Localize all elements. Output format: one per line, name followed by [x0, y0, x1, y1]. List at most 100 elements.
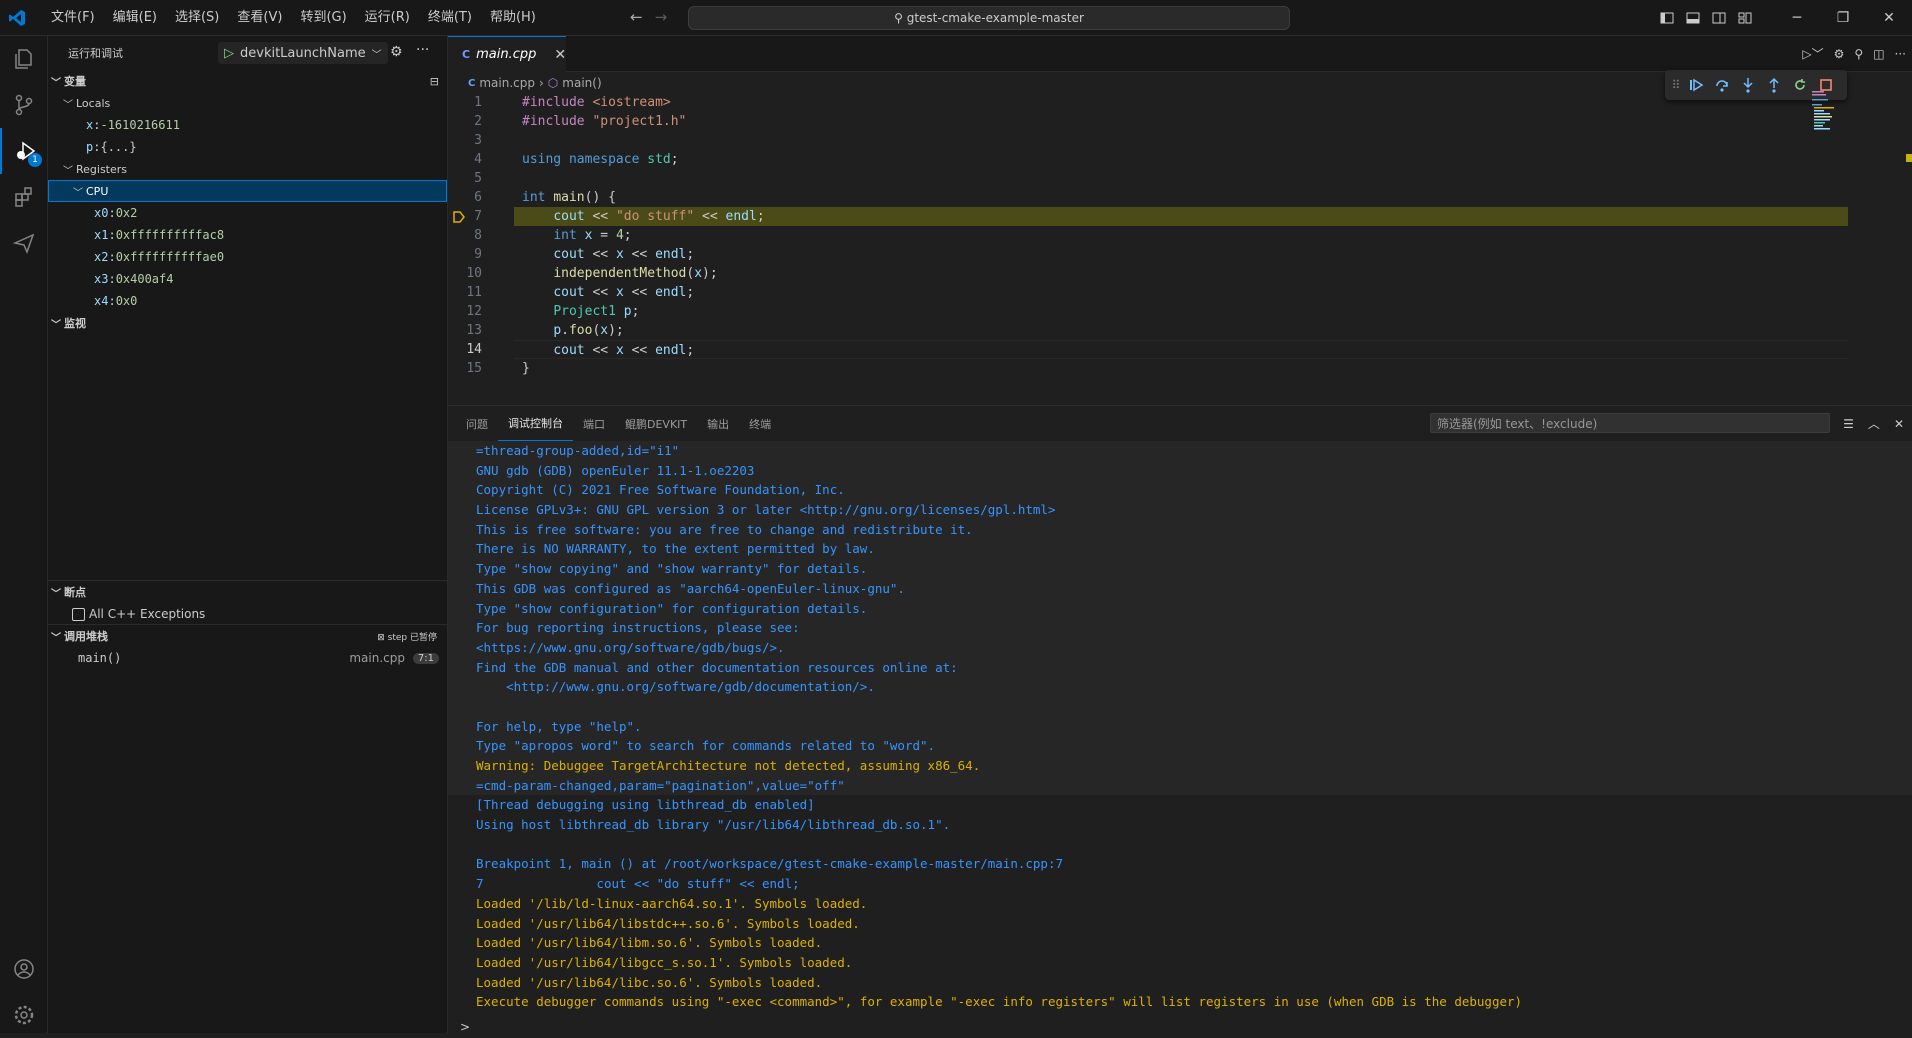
tab-devkit[interactable]: 鲲鹏DEVKIT — [615, 406, 697, 441]
callstack-section-header[interactable]: ﹀ 调用堆栈 ⊠ step 已暂停 — [48, 625, 447, 647]
drag-handle-icon[interactable]: ⠿ — [1671, 74, 1681, 96]
menu-help[interactable]: 帮助(H) — [481, 9, 545, 27]
step-into-icon[interactable] — [1737, 74, 1759, 96]
menu-selection[interactable]: 选择(S) — [166, 9, 228, 27]
devkit-send-icon[interactable] — [0, 220, 47, 266]
toggle-primary-sidebar-icon[interactable] — [1654, 0, 1680, 35]
watch-section-header[interactable]: ﹀ 监视 — [48, 312, 447, 334]
collapse-all-icon[interactable]: ⊟ — [430, 75, 439, 88]
close-tab-icon[interactable]: ✕ — [554, 47, 566, 63]
variable-row[interactable]: p: {...} — [48, 136, 447, 158]
explorer-icon[interactable] — [0, 36, 47, 82]
account-icon[interactable] — [0, 946, 47, 992]
breakpoint-gutter[interactable] — [453, 207, 514, 226]
breakpoint-item[interactable]: All C++ Exceptions — [48, 603, 447, 625]
menu-file[interactable]: 文件(F) — [42, 9, 104, 27]
tab-problems[interactable]: 问题 — [456, 406, 498, 441]
register-row[interactable]: x0: 0x2 — [48, 202, 447, 224]
registers-scope[interactable]: ﹀ Registers — [48, 158, 447, 180]
forward-arrow-icon[interactable]: → — [655, 8, 668, 26]
menu-terminal[interactable]: 终端(T) — [419, 9, 481, 27]
restart-icon[interactable] — [1789, 74, 1811, 96]
breakpoints-section-header[interactable]: ﹀ 断点 — [48, 581, 447, 603]
source-control-icon[interactable] — [0, 82, 47, 128]
breakpoint-gutter[interactable] — [490, 359, 514, 378]
gear-icon[interactable]: ⚙ — [1834, 47, 1845, 61]
toggle-panel-icon[interactable] — [1680, 0, 1706, 35]
minimap[interactable] — [1812, 91, 1852, 131]
breakpoint-gutter[interactable] — [490, 131, 514, 150]
code-line[interactable]: 6 int main() { — [448, 188, 1848, 207]
code-line[interactable]: 11 cout << x << endl; — [448, 283, 1848, 302]
manage-gear-icon[interactable] — [0, 992, 47, 1038]
register-row[interactable]: x2: 0xffffffffffae0 — [48, 246, 447, 268]
code-line[interactable]: 15} — [448, 359, 1848, 378]
breakpoint-gutter[interactable] — [490, 226, 514, 245]
breakpoint-checkbox[interactable] — [72, 607, 85, 621]
menu-run[interactable]: 运行(R) — [356, 9, 419, 27]
breakpoint-gutter[interactable] — [490, 169, 514, 188]
extensions-icon[interactable] — [0, 174, 47, 220]
minimize-icon[interactable]: ─ — [1774, 0, 1820, 35]
search-icon[interactable]: ⚲ — [1854, 47, 1863, 61]
breakpoint-gutter[interactable] — [490, 188, 514, 207]
tab-debug-console[interactable]: 调试控制台 — [498, 406, 573, 441]
register-row[interactable]: x1: 0xffffffffffac8 — [48, 224, 447, 246]
register-row[interactable]: x4: 0x0 — [48, 290, 447, 312]
more-actions-icon[interactable]: ··· — [1895, 47, 1906, 61]
step-over-icon[interactable] — [1711, 74, 1733, 96]
menu-go[interactable]: 转到(G) — [291, 9, 355, 27]
breakpoint-gutter[interactable] — [490, 264, 514, 283]
continue-icon[interactable] — [1685, 74, 1707, 96]
tab-output[interactable]: 输出 — [697, 406, 739, 441]
code-line[interactable]: 1 #include <iostream> — [448, 93, 1848, 112]
close-window-icon[interactable]: ✕ — [1866, 0, 1912, 35]
code-line[interactable]: 3 — [448, 131, 1848, 150]
tab-main-cpp[interactable]: C main.cpp ✕ — [448, 36, 566, 72]
customize-layout-icon[interactable] — [1732, 0, 1758, 35]
command-center[interactable]: ⚲ gtest-cmake-example-master — [688, 6, 1290, 30]
start-debugging-icon[interactable]: ▷ — [224, 46, 234, 61]
maximize-panel-icon[interactable]: ︿ — [1868, 415, 1880, 432]
code-line[interactable]: 13 p.foo(x); — [448, 321, 1848, 340]
debug-console-output[interactable]: =thread-group-added,id="i1" GNU gdb (GDB)… — [448, 441, 1912, 1012]
tab-ports[interactable]: 端口 — [573, 406, 615, 441]
breadcrumb-symbol[interactable]: main() — [562, 76, 601, 90]
run-debug-icon[interactable]: 1 — [0, 128, 49, 174]
code-line[interactable]: 9 cout << x << endl; — [448, 245, 1848, 264]
restore-icon[interactable]: ❐ — [1820, 0, 1866, 35]
open-launch-json-gear-icon[interactable]: ⚙ — [390, 44, 403, 60]
code-line[interactable]: 8 int x = 4; — [448, 226, 1848, 245]
split-editor-icon[interactable]: ◫ — [1873, 47, 1884, 61]
code-line[interactable]: 2 #include "project1.h" — [448, 112, 1848, 131]
breakpoint-gutter[interactable] — [490, 150, 514, 169]
variables-section-header[interactable]: ﹀ 变量 ⊟ — [48, 70, 447, 92]
back-arrow-icon[interactable]: ← — [630, 8, 643, 26]
locals-scope[interactable]: ﹀ Locals — [48, 92, 447, 114]
code-line[interactable]: 12 Project1 p; — [448, 302, 1848, 321]
breakpoint-gutter[interactable] — [490, 245, 514, 264]
code-editor[interactable]: 1 #include <iostream> 2 #include "project1.… — [448, 93, 1848, 378]
run-debug-dropdown-icon[interactable]: ▷﹀ — [1802, 45, 1823, 62]
breakpoint-gutter[interactable] — [490, 93, 514, 112]
cpu-group[interactable]: ﹀ CPU — [48, 180, 447, 202]
code-line[interactable]: 7 cout << "do stuff" << endl; — [448, 207, 1848, 226]
breakpoint-gutter[interactable] — [490, 112, 514, 131]
breadcrumb-file[interactable]: main.cpp — [479, 76, 535, 90]
more-actions-icon[interactable]: ··· — [416, 42, 429, 58]
console-input-prompt[interactable]: > — [460, 1020, 470, 1034]
menu-view[interactable]: 查看(V) — [228, 9, 291, 27]
toggle-secondary-sidebar-icon[interactable] — [1706, 0, 1732, 35]
code-line[interactable]: 14 cout << x << endl; — [448, 340, 1848, 359]
code-line[interactable]: 10 independentMethod(x); — [448, 264, 1848, 283]
register-row[interactable]: x3: 0x400af4 — [48, 268, 447, 290]
breakpoint-gutter[interactable] — [490, 302, 514, 321]
tab-terminal[interactable]: 终端 — [739, 406, 781, 441]
clear-console-icon[interactable]: ☰ — [1843, 417, 1854, 431]
close-panel-icon[interactable]: ✕ — [1894, 417, 1904, 431]
menu-edit[interactable]: 编辑(E) — [104, 9, 166, 27]
code-line[interactable]: 4 using namespace std; — [448, 150, 1848, 169]
breakpoint-gutter[interactable] — [490, 283, 514, 302]
variable-row[interactable]: x: -1610216611 — [48, 114, 447, 136]
breakpoint-gutter[interactable] — [490, 321, 514, 340]
